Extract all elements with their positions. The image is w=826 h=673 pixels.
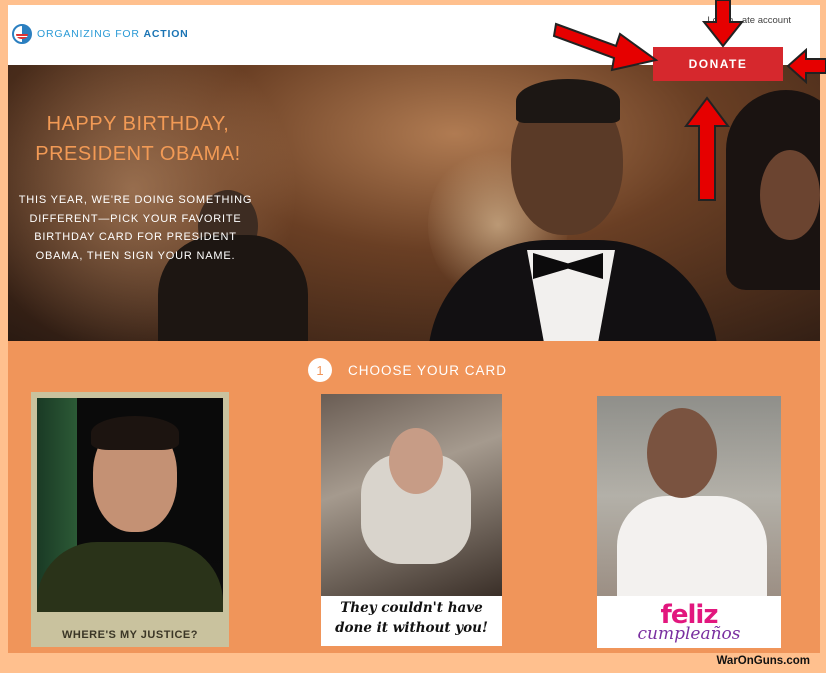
arrow-right-icon xyxy=(786,48,826,84)
card-2-caption: They couldn't have done it without you! xyxy=(335,600,488,636)
card-1-caption: WHERE'S MY JUSTICE? xyxy=(62,629,198,641)
step-number-badge: 1 xyxy=(308,358,332,382)
arrow-left-icon xyxy=(552,22,659,72)
card-3-caption-bottom: cumpleaños xyxy=(637,624,741,644)
step-heading: 1 CHOOSE YOUR CARD xyxy=(308,358,507,382)
logo-text: ORGANIZING FOR ACTION xyxy=(37,28,189,40)
arrow-top-icon xyxy=(701,0,745,48)
birthday-card-3[interactable]: feliz cumpleaños xyxy=(597,396,781,648)
hero-title: HAPPY BIRTHDAY, PRESIDENT OBAMA! xyxy=(35,113,241,165)
birthday-card-1[interactable]: WHERE'S MY JUSTICE? xyxy=(31,392,229,647)
watermark: WarOnGuns.com xyxy=(716,655,811,667)
arrow-bottom-icon xyxy=(684,96,730,201)
step-label: CHOOSE YOUR CARD xyxy=(348,362,508,378)
birthday-card-2[interactable]: They couldn't have done it without you! xyxy=(321,394,502,646)
ofa-logo-icon xyxy=(12,24,32,44)
donate-button[interactable]: DONATE xyxy=(653,47,783,81)
hero-description: THIS YEAR, WE'RE DOING SOMETHING DIFFERE… xyxy=(18,194,253,262)
ofa-logo[interactable]: ORGANIZING FOR ACTION xyxy=(12,24,189,44)
